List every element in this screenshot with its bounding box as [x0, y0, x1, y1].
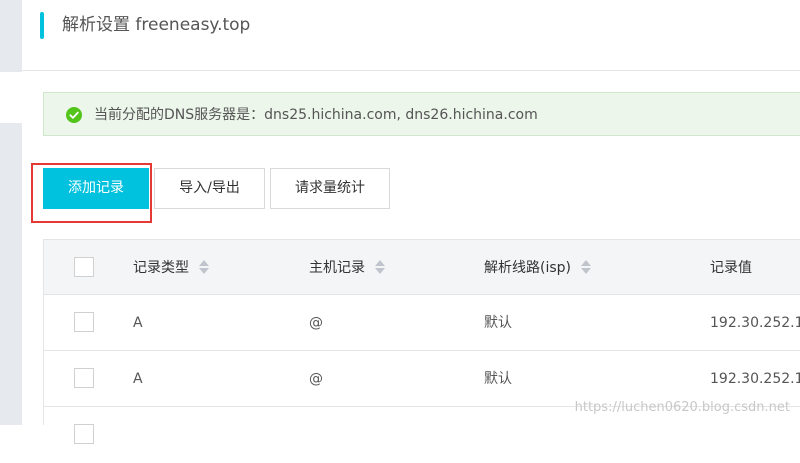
rail-top-block	[0, 0, 22, 72]
page-title: 解析设置 freeneasy.top	[62, 15, 251, 35]
add-record-button[interactable]: 添加记录	[43, 168, 149, 209]
table-header-row: 记录类型 主机记录 解析线路(isp) 记录值	[44, 239, 800, 295]
cell-host-record: @	[309, 315, 323, 331]
row-checkbox[interactable]	[74, 312, 94, 332]
row-checkbox[interactable]	[74, 424, 94, 444]
row-checkbox[interactable]	[74, 368, 94, 388]
table-row	[44, 407, 800, 463]
request-stats-button[interactable]: 请求量统计	[270, 168, 390, 209]
column-header-type[interactable]: 记录类型	[133, 240, 209, 296]
dns-server-message: 当前分配的DNS服务器是：dns25.hichina.com, dns26.hi…	[94, 107, 538, 123]
dns-server-notice: 当前分配的DNS服务器是：dns25.hichina.com, dns26.hi…	[43, 92, 800, 136]
sort-icon[interactable]	[581, 259, 591, 275]
cell-line: 默认	[484, 315, 512, 331]
left-rail	[0, 0, 22, 425]
title-accent-bar	[40, 12, 44, 39]
cell-record-type: A	[133, 315, 143, 331]
table-row: A @ 默认 192.30.252.15	[44, 295, 800, 351]
import-export-button[interactable]: 导入/导出	[154, 168, 265, 209]
column-header-host[interactable]: 主机记录	[309, 240, 385, 296]
check-circle-icon	[66, 107, 82, 123]
cell-record-type: A	[133, 371, 143, 387]
watermark-text: https://luchen0620.blog.csdn.net	[574, 400, 790, 415]
cell-record-value: 192.30.252.15	[710, 315, 800, 331]
column-header-label: 记录类型	[133, 260, 189, 276]
cell-host-record: @	[309, 371, 323, 387]
column-header-label: 主机记录	[309, 260, 365, 276]
cell-record-value: 192.30.252.15	[710, 371, 800, 387]
column-header-label: 记录值	[710, 260, 752, 276]
sort-icon[interactable]	[199, 259, 209, 275]
select-all-checkbox[interactable]	[74, 257, 94, 277]
column-header-label: 解析线路(isp)	[484, 260, 571, 276]
dns-records-table: 记录类型 主机记录 解析线路(isp) 记录值 A @ 默认 192.30.25…	[43, 239, 800, 463]
page-header: 解析设置 freeneasy.top	[22, 0, 800, 71]
column-header-line[interactable]: 解析线路(isp)	[484, 240, 591, 296]
rail-bottom-block	[0, 123, 22, 425]
cell-line: 默认	[484, 371, 512, 387]
sort-icon[interactable]	[375, 259, 385, 275]
column-header-value: 记录值	[710, 240, 800, 296]
table-row: A @ 默认 192.30.252.15	[44, 351, 800, 407]
